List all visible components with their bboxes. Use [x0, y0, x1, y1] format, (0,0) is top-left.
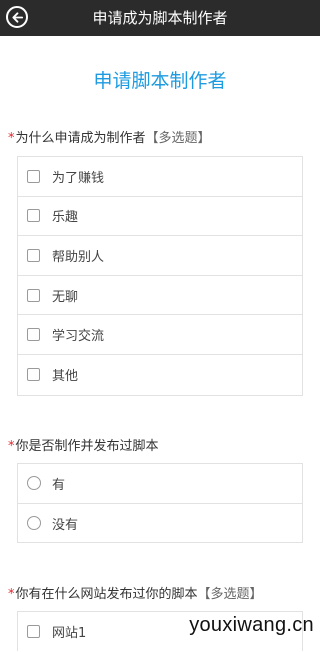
- checkbox[interactable]: [27, 288, 40, 302]
- option-label: 无聊: [52, 289, 79, 305]
- required-mark: *: [8, 131, 15, 146]
- option-item[interactable]: 没有: [18, 504, 302, 544]
- radio-button[interactable]: [27, 476, 41, 491]
- app-header: 申请成为脚本制作者: [0, 0, 320, 36]
- checkbox[interactable]: [27, 625, 40, 639]
- checkbox[interactable]: [27, 368, 40, 382]
- question-2-options: 有 没有: [17, 463, 303, 543]
- question-text: 你是否制作并发布过脚本: [15, 439, 159, 454]
- option-item[interactable]: 无聊: [18, 276, 302, 316]
- option-label: 没有: [52, 517, 79, 533]
- checkbox[interactable]: [27, 328, 40, 342]
- required-mark: *: [8, 439, 15, 454]
- option-item[interactable]: 学习交流: [18, 315, 302, 355]
- radio-button[interactable]: [27, 516, 41, 531]
- option-label: 帮助别人: [52, 249, 105, 265]
- option-item[interactable]: 有: [18, 464, 302, 504]
- option-label: 网站1: [52, 626, 87, 642]
- option-item[interactable]: 为了赚钱: [18, 157, 302, 197]
- question-1-label: *为什么申请成为制作者【多选题】: [8, 127, 211, 146]
- question-text: 你有在什么网站发布过你的脚本: [15, 587, 198, 602]
- checkbox[interactable]: [27, 209, 40, 223]
- option-item[interactable]: 其他: [18, 355, 302, 395]
- site-watermark: youxiwang.cn: [189, 614, 314, 636]
- multi-choice-tag: 【多选题】: [197, 587, 263, 602]
- option-item[interactable]: 乐趣: [18, 197, 302, 237]
- option-label: 乐趣: [52, 210, 79, 226]
- question-3-label: *你有在什么网站发布过你的脚本【多选题】: [8, 583, 263, 602]
- multi-choice-tag: 【多选题】: [145, 131, 211, 146]
- page-title: 申请成为脚本制作者: [92, 9, 228, 27]
- question-text: 为什么申请成为制作者: [15, 131, 146, 146]
- option-label: 为了赚钱: [52, 170, 105, 186]
- question-1-options: 为了赚钱 乐趣 帮助别人 无聊 学习交流 其他: [17, 156, 303, 396]
- checkbox[interactable]: [27, 169, 40, 183]
- option-label: 学习交流: [52, 329, 105, 345]
- option-item[interactable]: 帮助别人: [18, 236, 302, 276]
- required-mark: *: [8, 587, 15, 602]
- question-2-label: *你是否制作并发布过脚本: [8, 435, 159, 454]
- checkbox[interactable]: [27, 248, 40, 262]
- option-label: 有: [52, 477, 66, 493]
- option-label: 其他: [52, 369, 79, 385]
- form-title: 申请脚本制作者: [93, 70, 227, 92]
